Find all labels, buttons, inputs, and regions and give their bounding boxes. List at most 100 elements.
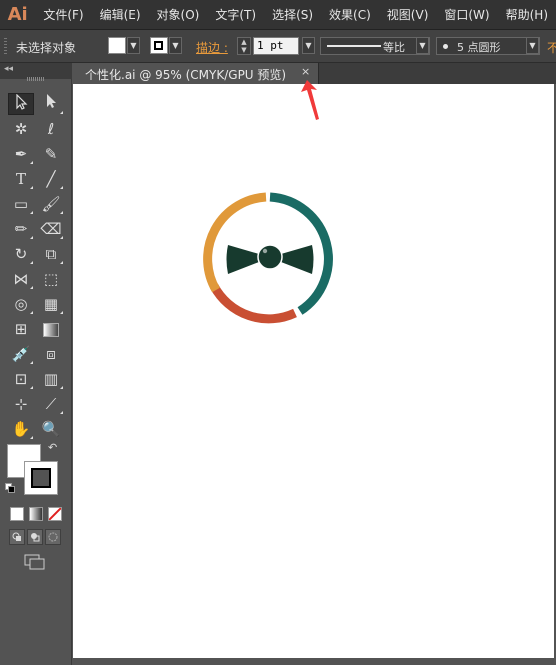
bowtie-knot [257,244,283,270]
type-tool[interactable]: T [8,168,34,190]
line-icon: ╱ [46,170,56,188]
lasso-icon: ℓ [47,120,55,138]
menu-effect[interactable]: 效果(C) [321,6,379,23]
blend-tool[interactable]: ⧈ [38,343,64,365]
draw-inside-button[interactable] [45,529,61,545]
bowtie-knot-highlight [262,248,268,254]
brush-definition-dropdown[interactable]: 5 点圆形 ▼ [436,37,540,55]
variable-width-profile-dropdown[interactable]: 等比 ▼ [320,37,430,55]
rotate-tool[interactable]: ↻ [8,243,34,265]
stroke-color-swatch[interactable] [24,461,58,495]
mesh-tool[interactable]: ⊞ [8,318,34,340]
magic-wand-tool[interactable]: ✲ [8,118,34,140]
draw-behind-button[interactable] [27,529,43,545]
none-slash-icon [48,507,62,521]
artboard-tool[interactable]: ⊹ [8,393,34,415]
slice-tool[interactable]: ⟋ [38,393,64,415]
close-icon[interactable]: × [301,65,310,78]
rotate-icon: ↻ [14,245,28,263]
scale-icon: ⧉ [45,245,57,263]
bowtie-left-wing [226,245,259,274]
color-mode-button[interactable] [10,507,24,521]
stroke-stepper[interactable]: ▲ ▼ [237,37,251,55]
document-tab[interactable]: 个性化.ai @ 95% (CMYK/GPU 预览) × [73,63,319,84]
curvature-tool[interactable]: ✎ [38,143,64,165]
perspective-grid-tool[interactable]: ▦ [38,293,64,315]
artboard-canvas[interactable] [73,84,554,658]
symbol-sprayer-tool[interactable]: ⊡ [8,368,34,390]
zoom-icon: 🔍 [41,420,61,438]
hand-tool[interactable]: ✋ [8,418,34,440]
chevron-down-icon: ▼ [169,37,182,54]
toolbox-grip[interactable] [27,77,45,81]
gradient-mode-button[interactable] [29,507,43,521]
stroke-weight-input[interactable]: 1 pt [253,37,299,55]
chevron-down-icon: ▼ [302,37,315,54]
selection-arrow-icon [16,93,28,110]
none-mode-button[interactable] [48,507,62,521]
opacity-label[interactable]: 不 [547,39,556,56]
draw-inside-icon [48,532,58,542]
shape-builder-tool[interactable]: ◎ [8,293,34,315]
stroke-label[interactable]: 描边 : [196,39,228,56]
chevron-down-icon: ▼ [526,37,539,54]
width-icon: ⋈ [13,270,29,288]
menu-file[interactable]: 文件(F) [35,6,91,23]
menu-view[interactable]: 视图(V) [379,6,437,23]
app-logo: Ai [7,4,28,25]
menu-object[interactable]: 对象(O) [149,6,208,23]
paintbrush-tool[interactable]: 🖌 [38,193,64,215]
fill-swatch-icon [108,37,126,54]
slice-icon: ⟋ [45,395,57,413]
collapse-icon[interactable]: ◂◂ [4,64,13,74]
shape-builder-icon: ◎ [14,295,28,313]
free-transform-tool[interactable]: ⬚ [38,268,64,290]
swap-fill-stroke-icon[interactable]: ↶ [48,441,57,454]
brush-label: 5 点圆形 [457,41,501,54]
width-tool[interactable]: ⋈ [8,268,34,290]
eraser-tool[interactable]: ⌫ [38,218,64,240]
free-transform-icon: ⬚ [43,270,59,288]
eraser-icon: ⌫ [40,220,62,238]
eyedropper-icon: 💉 [11,345,31,363]
pencil-tool[interactable]: ✏ [8,218,34,240]
panel-grip[interactable] [4,38,7,55]
stroke-swatch-icon [150,37,168,54]
stroke-weight-dropdown[interactable]: ▼ [301,37,315,56]
toolbox-panel: ◂◂ ✲ ℓ ✒ ✎ T ╱ ▭ 🖌 ✏ ⌫ ↻ ⧉ ⋈ ⬚ ◎ ▦ ⊞ 💉 ⧈… [0,63,72,665]
menu-help[interactable]: 帮助(H) [498,6,556,23]
pen-icon: ✒ [14,145,28,163]
pen-tool[interactable]: ✒ [8,143,34,165]
default-colors-icon[interactable] [5,483,15,493]
fill-color-dropdown[interactable]: ▼ [108,37,140,56]
eyedropper-tool[interactable]: 💉 [8,343,34,365]
chevron-down-icon: ▼ [416,37,429,54]
menu-type[interactable]: 文字(T) [207,6,264,23]
menu-edit[interactable]: 编辑(E) [92,6,149,23]
rectangle-tool[interactable]: ▭ [8,193,34,215]
draw-behind-icon [31,533,40,542]
control-bar: 未选择对象 ▼ ▼ 描边 : ▲ ▼ 1 pt ▼ 等比 ▼ 5 点圆形 ▼ 不 [0,30,556,63]
direct-selection-tool[interactable] [38,93,64,115]
lasso-tool[interactable]: ℓ [38,118,64,140]
zoom-tool[interactable]: 🔍 [38,418,64,440]
profile-line-icon [327,45,381,47]
menu-window[interactable]: 窗口(W) [436,6,497,23]
menu-select[interactable]: 选择(S) [264,6,321,23]
screen-mode-icon[interactable] [24,554,46,570]
perspective-grid-icon: ▦ [43,295,59,313]
gradient-tool[interactable] [38,318,64,340]
selection-tool[interactable] [8,93,34,115]
draw-normal-icon [12,532,21,541]
line-segment-tool[interactable]: ╱ [38,168,64,190]
stroke-color-dropdown[interactable]: ▼ [150,37,182,56]
paintbrush-icon: 🖌 [41,195,61,213]
column-graph-tool[interactable]: ▥ [38,368,64,390]
scale-tool[interactable]: ⧉ [38,243,64,265]
bowtie-logo-artwork[interactable] [201,190,339,328]
gradient-icon [43,322,59,337]
pencil-icon: ✏ [14,220,28,238]
blend-icon: ⧈ [46,345,56,363]
draw-normal-button[interactable] [9,529,25,545]
menu-bar: Ai 文件(F) 编辑(E) 对象(O) 文字(T) 选择(S) 效果(C) 视… [0,0,556,30]
